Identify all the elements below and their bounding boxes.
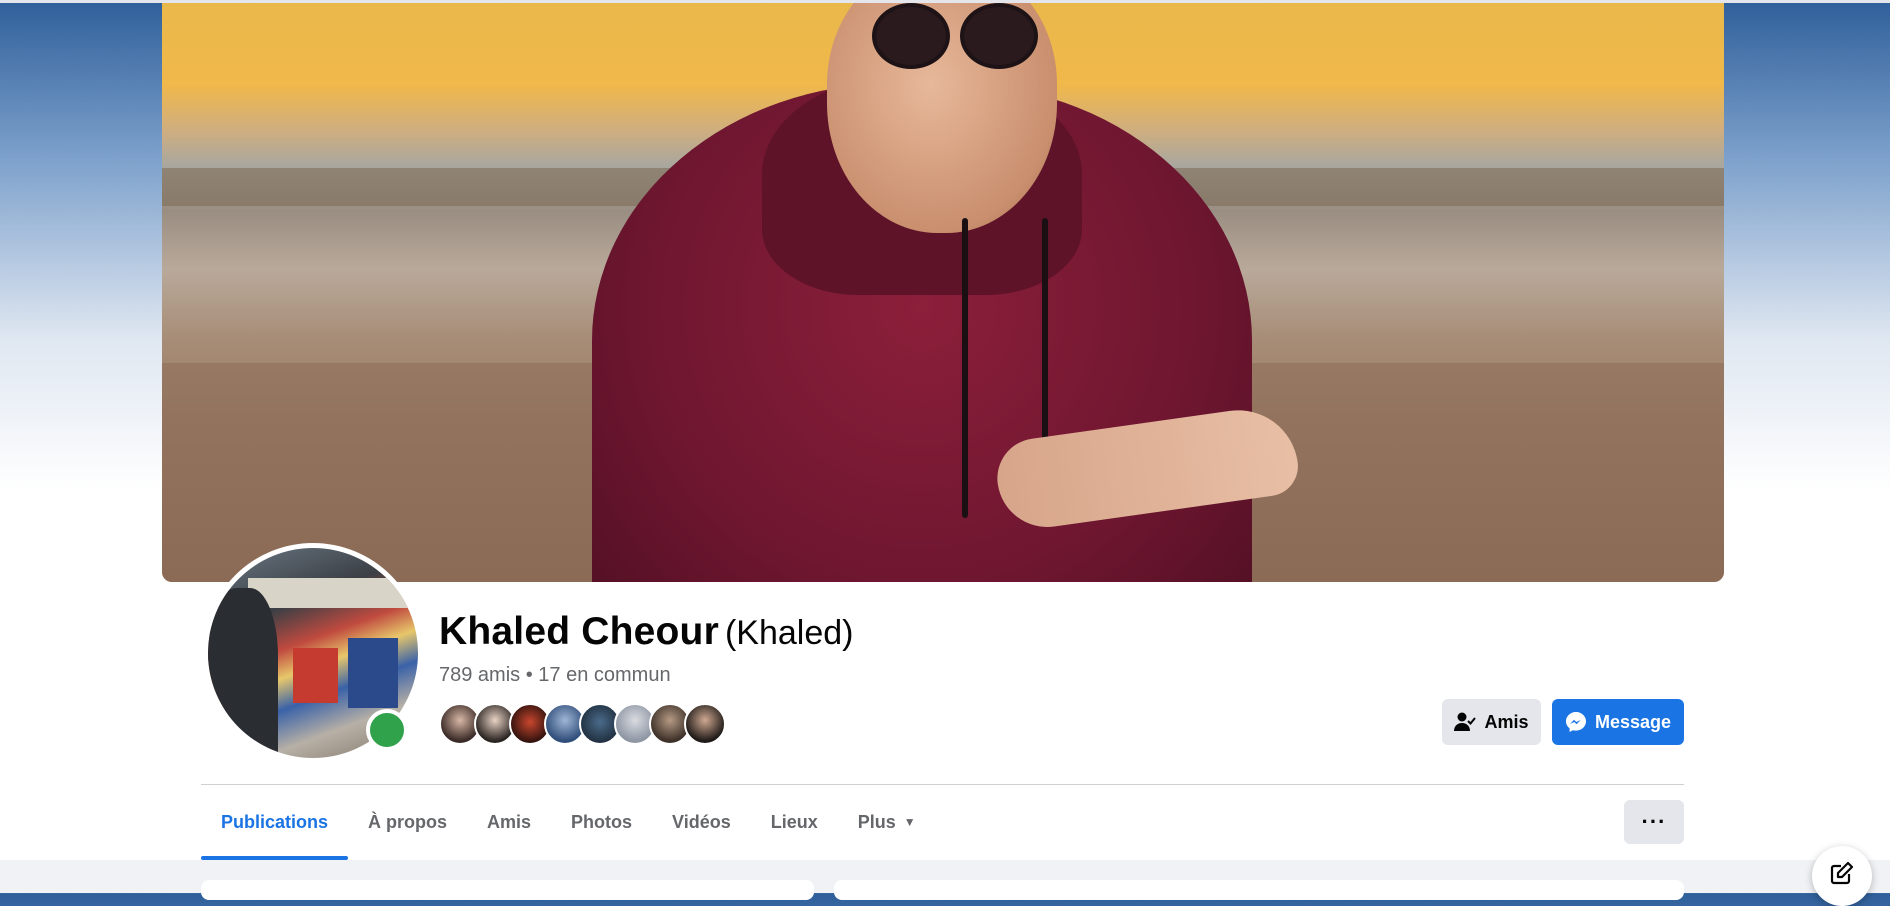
message-button-label: Message xyxy=(1594,711,1672,732)
tab-photos[interactable]: Photos xyxy=(551,786,652,858)
profile-alternate-name: (Khaled) xyxy=(724,614,854,652)
posts-card xyxy=(834,880,1684,900)
tab-friends[interactable]: Amis xyxy=(467,786,551,858)
tab-label: Vidéos xyxy=(672,811,731,832)
profile-name-block: Khaled Cheour (Khaled) xyxy=(439,610,853,654)
profile-tabs: Publications À propos Amis Photos Vidéos… xyxy=(201,786,936,860)
tab-label: Lieux xyxy=(770,811,818,832)
new-message-button[interactable] xyxy=(1812,846,1872,906)
avatar-shelf xyxy=(248,578,408,608)
tab-label: À propos xyxy=(368,811,448,832)
tab-more[interactable]: Plus ▼ xyxy=(838,786,936,858)
caret-down-icon: ▼ xyxy=(903,815,916,829)
avatar-book xyxy=(293,648,338,703)
avatar-book xyxy=(348,638,398,708)
friend-check-icon xyxy=(1454,712,1477,732)
tab-places[interactable]: Lieux xyxy=(751,786,838,858)
online-status-indicator xyxy=(366,709,408,751)
tab-about[interactable]: À propos xyxy=(348,786,467,858)
more-options-button[interactable]: ··· xyxy=(1624,800,1684,844)
message-button[interactable]: Message xyxy=(1552,699,1684,745)
tab-videos[interactable]: Vidéos xyxy=(652,786,751,858)
intro-card xyxy=(201,880,814,900)
tab-publications[interactable]: Publications xyxy=(201,786,349,860)
tab-label: Plus xyxy=(857,811,896,832)
friends-button-label: Amis xyxy=(1484,711,1529,732)
profile-name: Khaled Cheour xyxy=(439,610,719,653)
cover-photo[interactable] xyxy=(162,3,1724,582)
avatar-person xyxy=(208,588,278,758)
messenger-icon xyxy=(1565,711,1587,733)
tab-label: Publications xyxy=(221,811,329,832)
mutual-friend-avatar[interactable] xyxy=(684,703,726,745)
friends-count-link[interactable]: 789 amis • 17 en commun xyxy=(439,664,671,687)
profile-divider xyxy=(201,784,1684,785)
friends-button[interactable]: Amis xyxy=(1442,699,1541,745)
cover-sunglasses xyxy=(872,3,1038,69)
tab-label: Amis xyxy=(487,811,532,832)
compose-icon xyxy=(1829,860,1855,891)
tab-label: Photos xyxy=(571,811,633,832)
cover-hoodie-string xyxy=(962,218,968,518)
